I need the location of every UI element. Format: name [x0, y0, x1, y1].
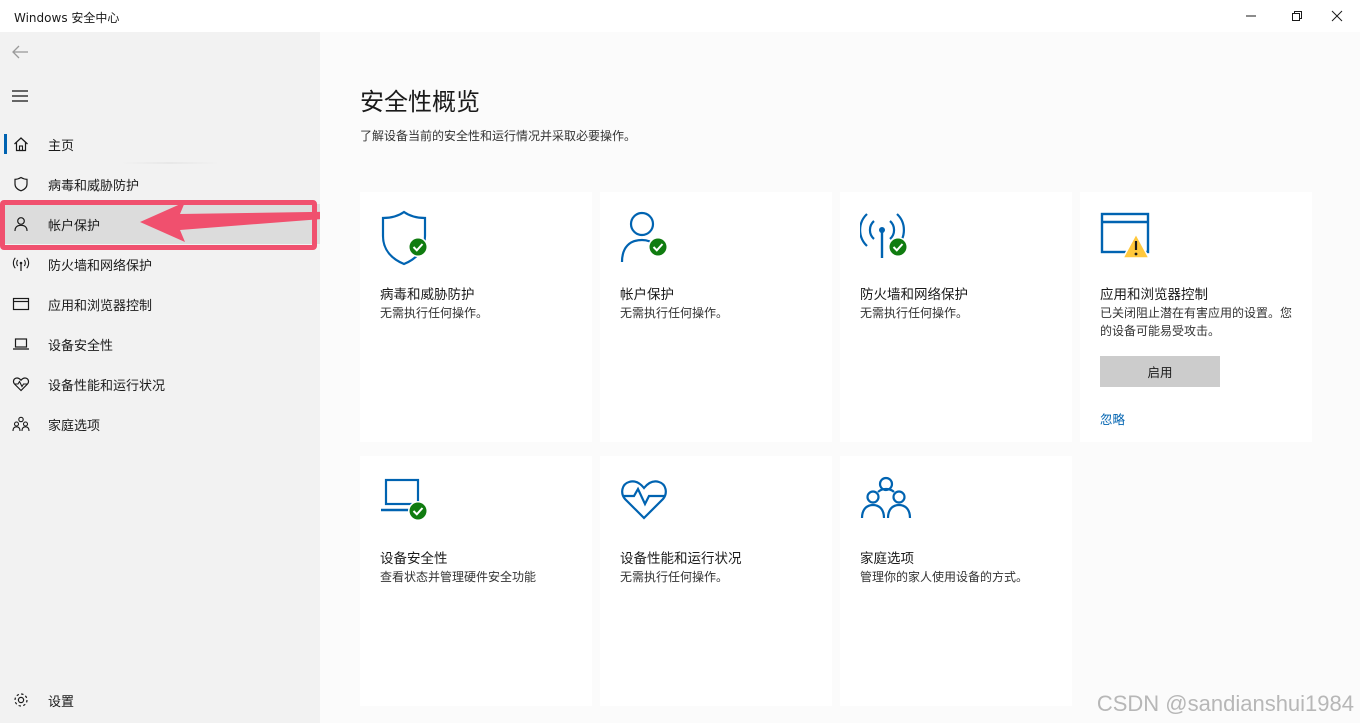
card-title: 设备安全性	[380, 551, 448, 567]
sidebar-item-label: 设置	[48, 694, 75, 710]
heart-icon	[12, 375, 30, 393]
card-description: 无需执行任何操作。	[380, 306, 489, 320]
sidebar-item-device-security[interactable]: 设备安全性	[0, 324, 320, 364]
minimize-icon	[1246, 15, 1256, 17]
card-description: 无需执行任何操作。	[620, 306, 729, 320]
hamburger-menu-button[interactable]	[8, 84, 32, 108]
close-icon	[1331, 10, 1343, 22]
card-title: 设备性能和运行状况	[620, 551, 742, 567]
sidebar-item-home[interactable]: 主页	[0, 124, 320, 164]
sidebar: 主页 病毒和威胁防护 帐户保护 防火墙和网络保护 应用和浏览器控制 设备安全性 …	[0, 32, 320, 723]
watermark: CSDN @sandianshui1984	[1096, 691, 1354, 716]
sidebar-item-label: 病毒和威胁防护	[48, 178, 140, 194]
card-description: 查看状态并管理硬件安全功能	[380, 570, 537, 584]
family-icon	[860, 476, 912, 519]
card-description: 管理你的家人使用设备的方式。	[860, 570, 1029, 584]
sidebar-item-settings[interactable]: 设置	[0, 680, 320, 720]
browser-window-icon	[12, 295, 30, 313]
card-description: 已关闭阻止潜在有害应用的设置。您的设备可能易受攻击。	[1100, 306, 1293, 338]
person-check-icon	[620, 211, 668, 263]
antenna-check-icon	[860, 213, 908, 258]
hamburger-icon	[12, 90, 28, 102]
card-title: 家庭选项	[860, 551, 914, 567]
card-app-browser-control[interactable]: 应用和浏览器控制 已关闭阻止潜在有害应用的设置。您的设备可能易受攻击。 启用 忽…	[1080, 192, 1312, 442]
card-device-health[interactable]: 设备性能和运行状况 无需执行任何操作。	[600, 456, 832, 706]
card-description: 无需执行任何操作。	[860, 306, 969, 320]
back-arrow-icon	[12, 45, 28, 59]
browser-warning-icon	[1100, 212, 1151, 259]
shield-icon	[12, 175, 30, 193]
sidebar-item-label: 防火墙和网络保护	[48, 258, 153, 274]
sidebar-item-device-health[interactable]: 设备性能和运行状况	[0, 364, 320, 404]
sidebar-item-family-options[interactable]: 家庭选项	[0, 404, 320, 444]
sidebar-item-firewall[interactable]: 防火墙和网络保护	[0, 244, 320, 284]
card-firewall[interactable]: 防火墙和网络保护 无需执行任何操作。	[840, 192, 1072, 442]
sidebar-item-label: 应用和浏览器控制	[48, 298, 153, 314]
enable-button[interactable]: 启用	[1100, 356, 1220, 387]
sidebar-item-virus-protection[interactable]: 病毒和威胁防护	[0, 164, 320, 204]
ignore-link[interactable]: 忽略	[1100, 409, 1125, 428]
card-title: 帐户保护	[620, 287, 674, 303]
laptop-icon	[12, 335, 30, 353]
main-content: 安全性概览 了解设备当前的安全性和运行情况并采取必要操作。 病毒和威胁防护 无需…	[320, 32, 1360, 723]
sidebar-item-label: 设备性能和运行状况	[48, 378, 166, 394]
card-title: 应用和浏览器控制	[1100, 287, 1208, 303]
laptop-check-icon	[381, 478, 428, 521]
minimize-button[interactable]	[1228, 0, 1274, 32]
sidebar-item-label: 主页	[48, 138, 75, 154]
card-title: 病毒和威胁防护	[380, 287, 475, 303]
card-device-security[interactable]: 设备安全性 查看状态并管理硬件安全功能	[360, 456, 592, 706]
page-title: 安全性概览	[360, 88, 480, 116]
page-description: 了解设备当前的安全性和运行情况并采取必要操作。	[360, 129, 637, 143]
restore-icon	[1292, 11, 1302, 21]
sidebar-item-label: 家庭选项	[48, 418, 101, 434]
card-account-protection[interactable]: 帐户保护 无需执行任何操作。	[600, 192, 832, 442]
card-virus-protection[interactable]: 病毒和威胁防护 无需执行任何操作。	[360, 192, 592, 442]
shield-check-icon	[381, 210, 428, 266]
close-button[interactable]	[1314, 0, 1360, 32]
home-icon	[12, 135, 30, 153]
title-bar: Windows 安全中心	[0, 0, 1360, 32]
sidebar-item-label: 设备安全性	[48, 338, 114, 354]
window-title: Windows 安全中心	[14, 11, 120, 25]
antenna-icon	[12, 255, 30, 273]
heart-pulse-icon	[621, 480, 667, 520]
card-description: 无需执行任何操作。	[620, 570, 729, 584]
card-title: 防火墙和网络保护	[860, 287, 968, 303]
back-button[interactable]	[8, 40, 32, 64]
family-icon	[12, 415, 30, 433]
sidebar-item-app-browser-control[interactable]: 应用和浏览器控制	[0, 284, 320, 324]
card-family-options[interactable]: 家庭选项 管理你的家人使用设备的方式。	[840, 456, 1072, 706]
gear-icon	[12, 691, 30, 709]
